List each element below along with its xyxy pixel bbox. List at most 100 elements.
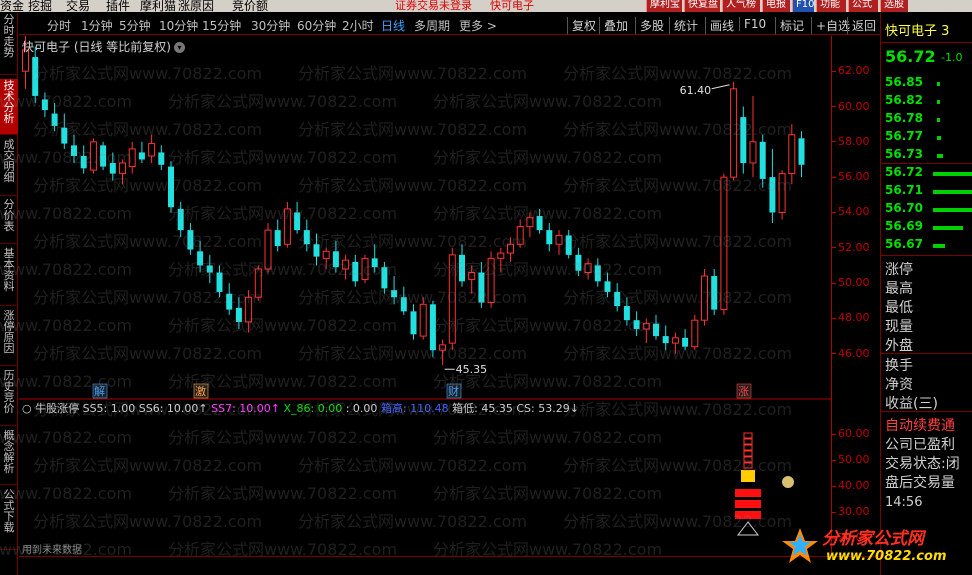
left-tab-1[interactable]: 技术分析 bbox=[0, 79, 18, 135]
candle-body-down bbox=[197, 251, 204, 266]
menu-right-button-1[interactable]: 快复盘 bbox=[684, 0, 720, 12]
candle-body-down bbox=[371, 258, 378, 268]
quote-change: -1.0 bbox=[941, 51, 963, 64]
price-tick-5: 52.00 bbox=[832, 241, 870, 254]
menu-right-button-3[interactable]: 电报 bbox=[762, 0, 790, 12]
candle-body-down bbox=[769, 177, 776, 213]
buy-volume-bar bbox=[933, 172, 972, 176]
indicator-value-6: 箱低: 45.35 bbox=[452, 401, 516, 415]
period-tab-9[interactable]: 多周期 bbox=[414, 17, 450, 34]
toolbar-action-8[interactable]: 返回 bbox=[847, 17, 876, 34]
toolbar-action-3[interactable]: 统计 bbox=[669, 17, 698, 34]
indicator-value-7: CS: 53.29↓ bbox=[516, 402, 579, 415]
quote-label-1: 最高 bbox=[885, 281, 913, 297]
indicator-name[interactable]: ○ 牛股涨停 bbox=[22, 401, 83, 415]
sell-volume-bar bbox=[937, 154, 943, 158]
candle-body-down bbox=[206, 265, 213, 273]
candle-body-down bbox=[740, 117, 747, 164]
candle-body-down bbox=[459, 254, 465, 282]
left-tab-6[interactable]: 历史竞价 bbox=[0, 369, 18, 426]
period-tab-4[interactable]: 15分钟 bbox=[202, 17, 241, 34]
candle-body-up bbox=[468, 272, 476, 281]
chart-title-text: 快可电子 (日线 等比前复权) bbox=[22, 40, 171, 54]
candle-body-up bbox=[730, 88, 738, 178]
toolbar-action-5[interactable]: F10 bbox=[739, 17, 766, 31]
left-tab-5[interactable]: 涨停原因 bbox=[0, 309, 18, 366]
candle-body-down bbox=[80, 155, 87, 169]
left-tab-0[interactable]: 分时走势 bbox=[0, 13, 18, 75]
menu-item-1[interactable]: 挖掘 bbox=[28, 0, 52, 12]
menu-item-2[interactable]: 交易 bbox=[66, 0, 90, 12]
left-tab-3[interactable]: 分价表 bbox=[0, 198, 18, 244]
kline-chart[interactable]: 61.40 45.35 解 激 财 涨 ○ 牛股涨停 SS5: 1.00 SS6: 10.0… bbox=[0, 35, 831, 559]
candle-body-down bbox=[41, 99, 48, 111]
period-tab-3[interactable]: 10分钟 bbox=[159, 17, 198, 34]
left-tab-2[interactable]: 成交明细 bbox=[0, 138, 18, 196]
menu-item-4[interactable]: 摩利猫 bbox=[140, 0, 176, 12]
candle-body-up bbox=[89, 141, 97, 171]
period-tab-5[interactable]: 30分钟 bbox=[251, 17, 290, 34]
menu-right-button-0[interactable]: 摩利宝 bbox=[646, 0, 682, 12]
menu-right-button-4[interactable]: F10 bbox=[792, 0, 814, 12]
menu-item-0[interactable]: 资金 bbox=[0, 0, 24, 12]
candle-body-up bbox=[254, 268, 262, 298]
left-tab-7[interactable]: 概念解析 bbox=[0, 429, 18, 485]
toolbar-action-1[interactable]: 叠加 bbox=[599, 17, 628, 34]
period-tab-6[interactable]: 60分钟 bbox=[297, 17, 336, 34]
buy-order-0: 56.72 bbox=[885, 165, 923, 179]
candle-body-down bbox=[294, 212, 301, 231]
candle-body-down bbox=[303, 230, 310, 245]
toolbar-action-0[interactable]: 复权 bbox=[567, 17, 596, 34]
buy-order-2: 56.70 bbox=[885, 201, 923, 215]
logo-line2: www.70822.com bbox=[826, 549, 947, 564]
menu-item-6[interactable]: 竞价额 bbox=[232, 0, 268, 12]
candle-body-down bbox=[187, 230, 194, 250]
menu-item-3[interactable]: 插件 bbox=[106, 0, 130, 12]
signal-bar bbox=[735, 489, 761, 497]
left-tab-4[interactable]: 基本资料 bbox=[0, 247, 18, 306]
period-tab-0[interactable]: 分时 bbox=[47, 17, 71, 34]
candle-body-down bbox=[594, 265, 601, 282]
candle-body-up bbox=[128, 148, 136, 168]
bottom-bar bbox=[19, 556, 880, 575]
indicator-legend: ○ 牛股涨停 SS5: 1.00 SS6: 10.00↑ SS7: 10.00↑… bbox=[22, 401, 579, 415]
menu-item-5[interactable]: 涨原因 bbox=[178, 0, 214, 12]
candle-body-down bbox=[575, 254, 582, 271]
indicator-value-3: X_86: 0.00 bbox=[284, 402, 346, 415]
price-tick-2: 58.00 bbox=[832, 135, 870, 148]
price-tick-6: 50.00 bbox=[832, 276, 870, 289]
toolbar-action-6[interactable]: 标记 bbox=[775, 17, 804, 34]
period-tab-8[interactable]: 日线 bbox=[381, 17, 405, 34]
menu-right-button-6[interactable]: 公式 bbox=[848, 0, 878, 12]
indicator-tick-3: 30.00 bbox=[832, 505, 870, 518]
indicator-tick-2: 40.00 bbox=[832, 479, 870, 492]
menu-right-button-2[interactable]: 人气榜 bbox=[722, 0, 760, 12]
event-marker-0: 解 bbox=[94, 384, 105, 398]
future-data-note: 用到未来数据 bbox=[22, 545, 82, 556]
left-tab-bar: 分时走势技术分析成交明细分价表基本资料涨停原因历史竞价概念解析公式下载 bbox=[0, 13, 18, 575]
candle-body-down bbox=[158, 152, 165, 165]
toolbar-action-7[interactable]: +自选 bbox=[811, 17, 850, 34]
candle-body-up bbox=[361, 257, 369, 281]
candle-body-down bbox=[653, 323, 659, 337]
period-tab-2[interactable]: 5分钟 bbox=[119, 17, 151, 34]
candle-body-down bbox=[546, 230, 553, 245]
left-tab-8[interactable]: 公式下载 bbox=[0, 488, 18, 550]
candle-body-up bbox=[148, 143, 156, 157]
toolbar-action-2[interactable]: 多股 bbox=[635, 17, 664, 34]
divider bbox=[881, 255, 972, 256]
quote-info-2: 交易状态:闭 bbox=[885, 456, 960, 472]
sell-order-0: 56.85 bbox=[885, 75, 923, 89]
toolbar-action-4[interactable]: 画线 bbox=[705, 17, 734, 34]
menu-right-button-7[interactable]: 选股 bbox=[880, 0, 908, 12]
buy-volume-bar bbox=[933, 190, 972, 194]
period-tab-1[interactable]: 1分钟 bbox=[81, 17, 113, 34]
quote-info-0: 自动续费通 bbox=[885, 418, 955, 434]
period-tab-10[interactable]: 更多 > bbox=[459, 17, 497, 34]
period-tab-7[interactable]: 2小时 bbox=[342, 17, 374, 34]
sell-order-1: 56.82 bbox=[885, 93, 923, 107]
title-dropdown-icon[interactable]: ▾ bbox=[174, 42, 185, 53]
candle-body-down bbox=[614, 291, 621, 307]
menu-right-button-5[interactable]: 功能 bbox=[816, 0, 846, 12]
menu-stock-name: 快可电子 bbox=[490, 0, 534, 12]
